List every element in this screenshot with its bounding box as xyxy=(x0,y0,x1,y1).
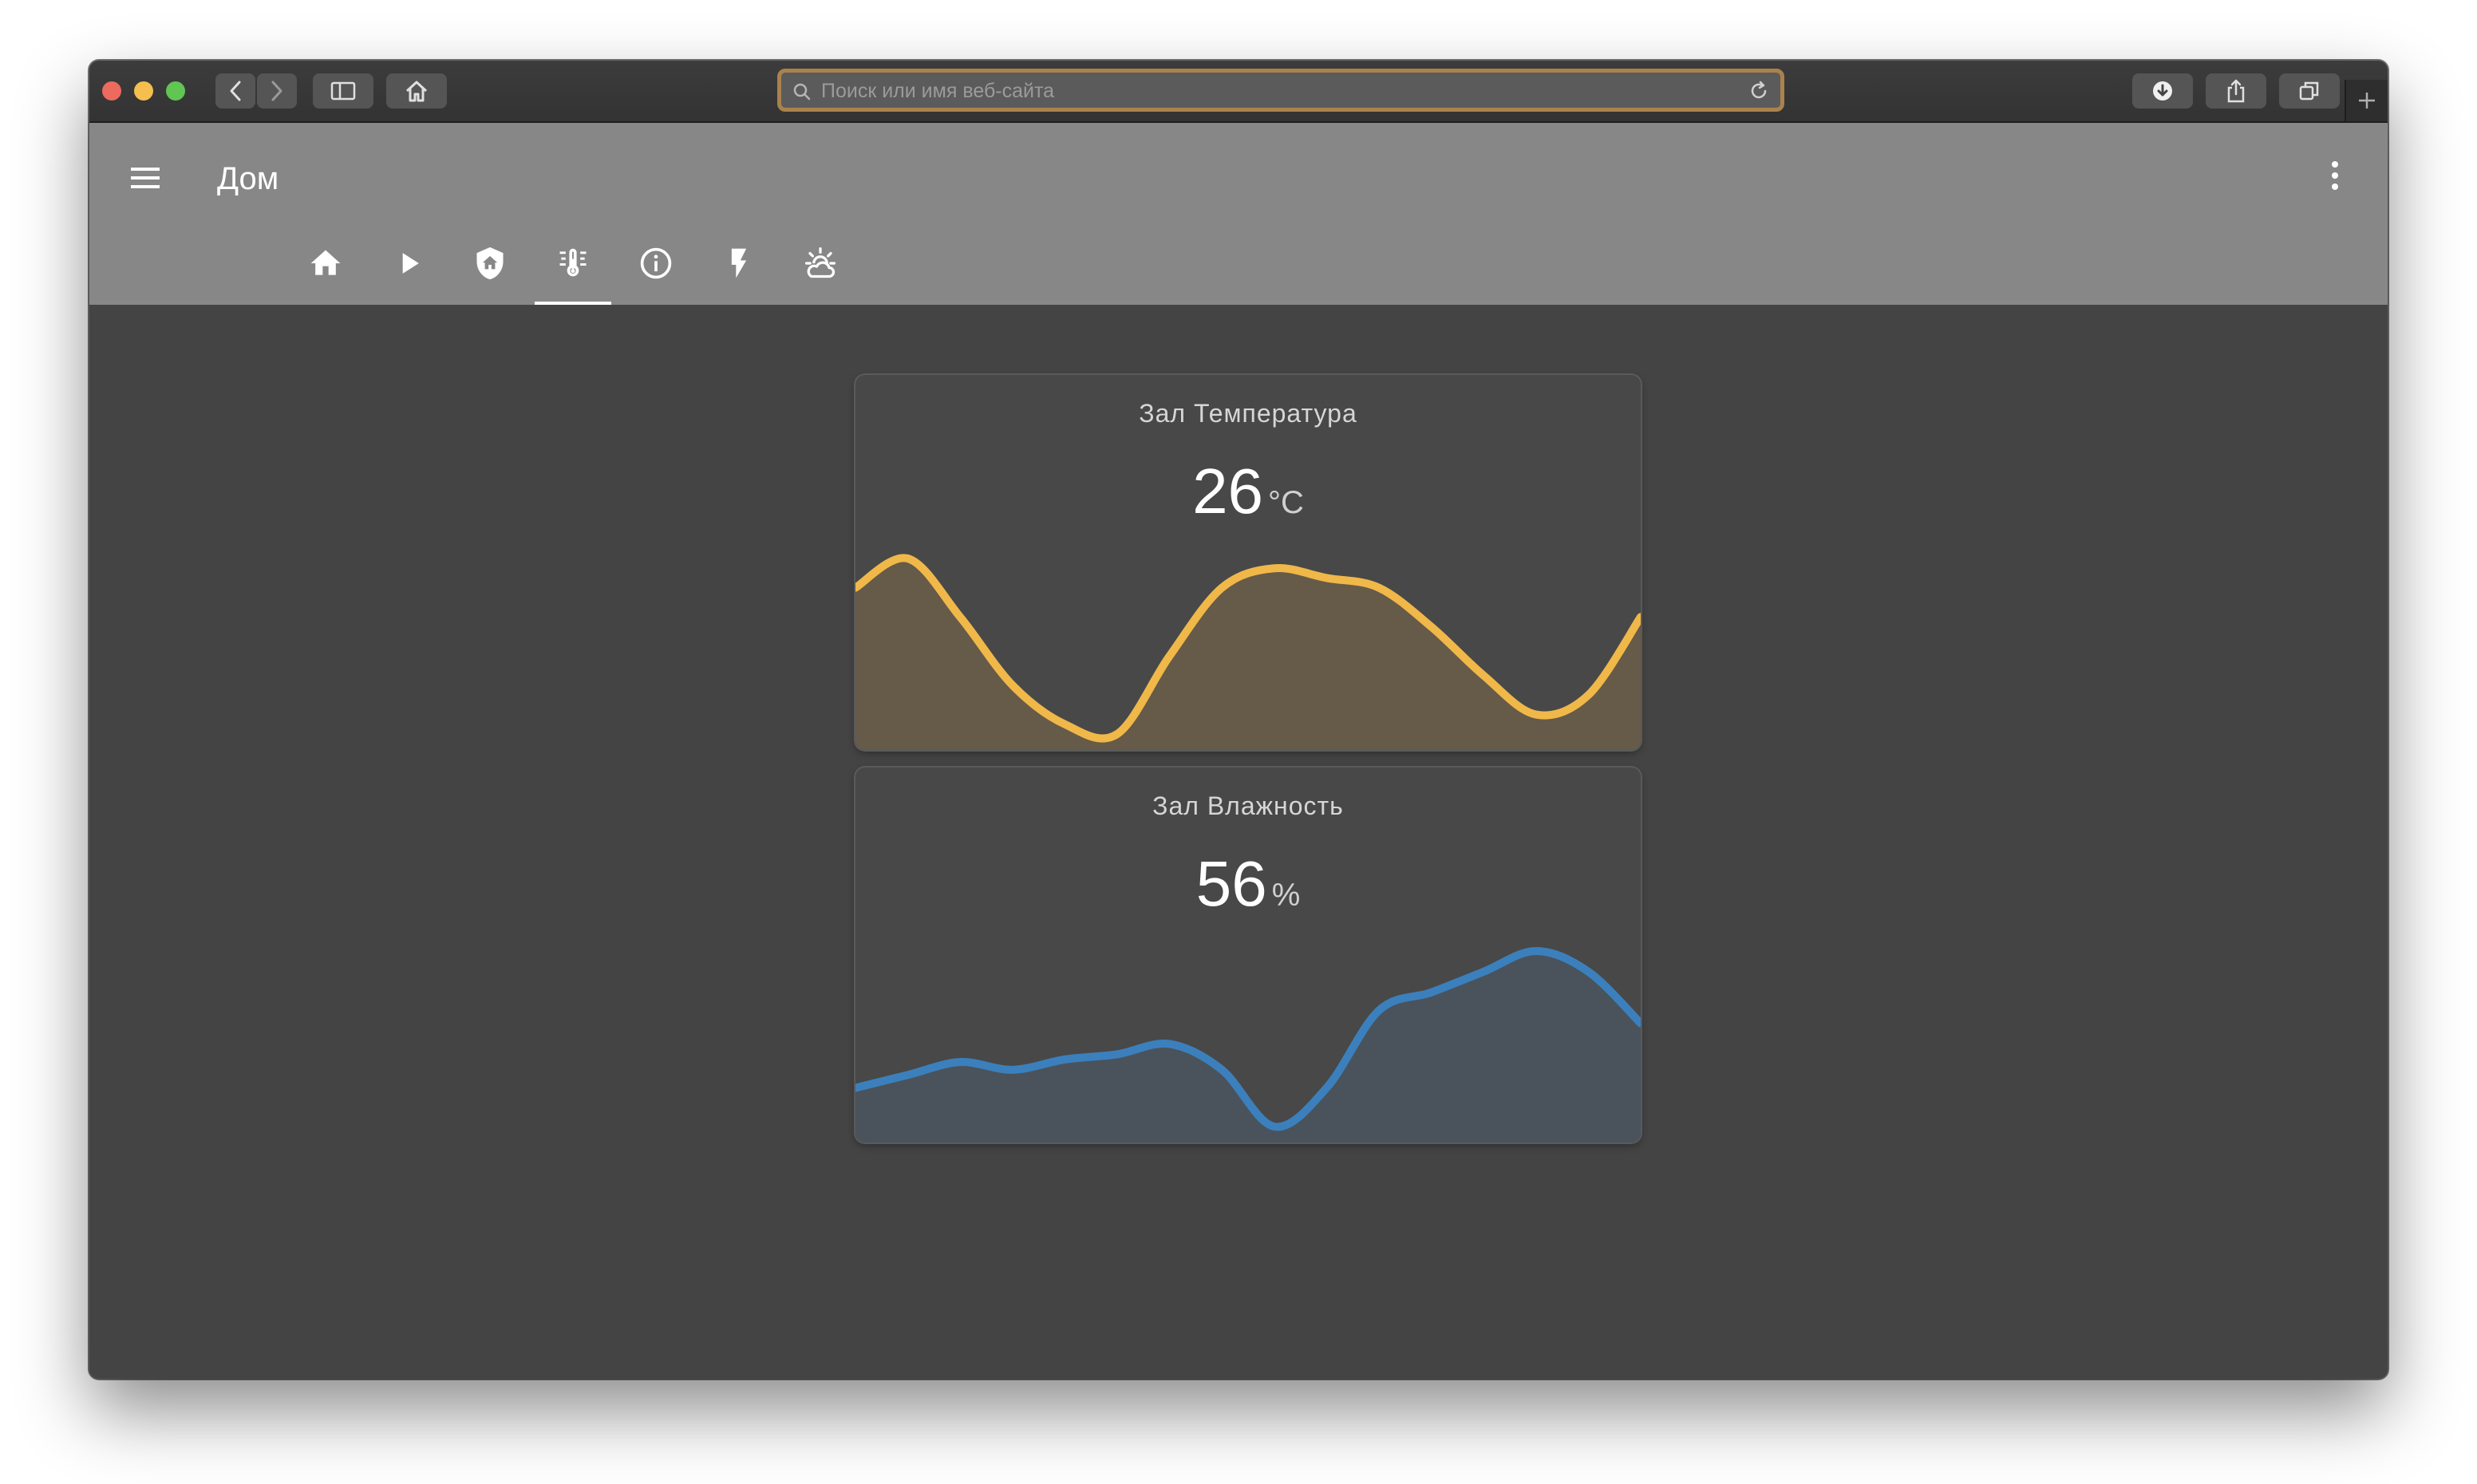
back-button[interactable] xyxy=(215,73,255,109)
tab-weather[interactable] xyxy=(782,236,859,305)
flash-icon xyxy=(731,248,747,278)
search-icon xyxy=(793,83,811,101)
app-header: Дом xyxy=(89,123,2388,305)
sensor-unit: °C xyxy=(1268,485,1304,520)
share-button[interactable] xyxy=(2206,73,2266,109)
graph-area xyxy=(855,558,1641,750)
sensor-name: Зал Влажность xyxy=(1152,791,1344,820)
sensor-value: 26 xyxy=(1192,456,1264,527)
sensor-history-graph xyxy=(855,946,1641,1143)
sensor-state: 26 °C xyxy=(855,455,1641,528)
tab-media[interactable] xyxy=(370,236,447,305)
thermometer-icon xyxy=(559,248,587,277)
share-icon xyxy=(2227,79,2245,103)
address-input[interactable] xyxy=(820,73,1685,109)
sensor-value: 56 xyxy=(1195,848,1267,919)
more-vert-icon[interactable] xyxy=(2330,160,2340,191)
graph-area xyxy=(855,951,1641,1143)
home-page-button[interactable] xyxy=(386,73,447,109)
reload-icon[interactable] xyxy=(1748,81,1769,101)
tabs-icon xyxy=(2299,81,2319,101)
sidebar-icon xyxy=(330,81,356,101)
tab-info[interactable] xyxy=(618,236,694,305)
address-bar[interactable] xyxy=(777,69,1784,112)
home-icon xyxy=(310,250,341,275)
sensor-card-humidity[interactable]: Зал Влажность 56% xyxy=(855,768,1641,1143)
browser-window: Дом Зал Температура 26°C xyxy=(89,61,2388,1379)
browser-toolbar xyxy=(89,61,2388,123)
page-title: Дом xyxy=(217,161,279,196)
new-tab-button[interactable] xyxy=(2345,80,2388,121)
sensor-name: Зал Температура xyxy=(1139,399,1357,428)
dashboard-view: Зал Температура 26 °C Зал Влажность 56% xyxy=(89,305,2388,1379)
sensor-card-temperature[interactable]: Зал Температура 26 °C xyxy=(855,375,1641,750)
plus-icon xyxy=(2359,93,2375,109)
tab-overview-button[interactable] xyxy=(2279,73,2340,109)
chevron-right-icon xyxy=(271,81,282,101)
tab-energy[interactable] xyxy=(701,236,777,305)
menu-icon[interactable] xyxy=(129,166,161,190)
info-icon xyxy=(640,247,672,279)
zoom-window-button[interactable] xyxy=(166,81,185,101)
shield-home-icon xyxy=(476,247,504,280)
close-window-button[interactable] xyxy=(102,81,121,101)
weather-partly-cloudy-icon xyxy=(804,247,836,278)
downloads-button[interactable] xyxy=(2132,73,2193,109)
forward-button[interactable] xyxy=(257,73,297,109)
sidebar-toggle-button[interactable] xyxy=(313,73,373,109)
sensor-unit: % xyxy=(1271,878,1301,913)
sensor-history-graph xyxy=(855,554,1641,750)
tab-climate[interactable] xyxy=(535,236,611,305)
play-icon xyxy=(402,253,419,274)
tab-home[interactable] xyxy=(287,236,364,305)
home-icon xyxy=(405,81,428,102)
tab-security[interactable] xyxy=(452,236,528,305)
download-icon xyxy=(2153,81,2172,101)
sensor-state: 56% xyxy=(855,847,1641,921)
chevron-left-icon xyxy=(230,81,241,101)
minimize-window-button[interactable] xyxy=(134,81,153,101)
